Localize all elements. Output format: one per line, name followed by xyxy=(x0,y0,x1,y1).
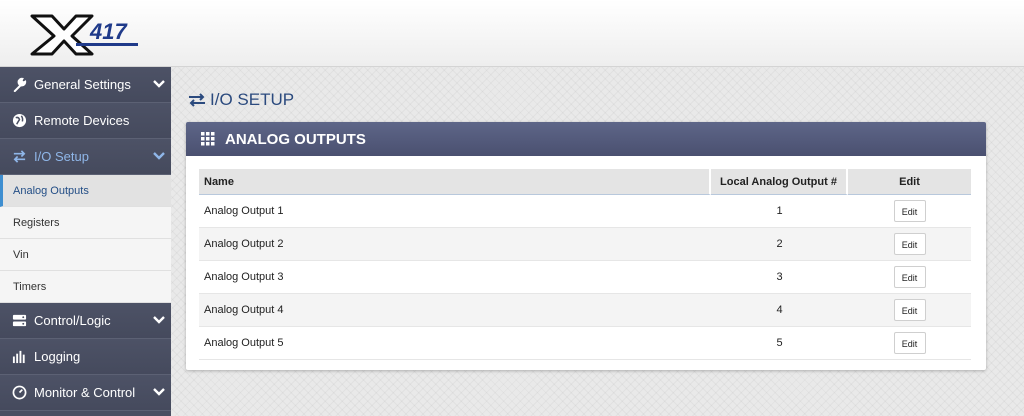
page-title-text: I/O SETUP xyxy=(210,90,295,109)
column-header-local-analog-output[interactable]: Local Analog Output # xyxy=(711,169,848,195)
sidebar-item-monitor-control[interactable]: Monitor & Control xyxy=(0,375,171,411)
sidebar-subitem-registers[interactable]: Registers xyxy=(0,207,171,239)
sidebar-subitem-label: Vin xyxy=(13,248,29,261)
sidebar-subitem-vin[interactable]: Vin xyxy=(0,239,171,271)
sidebar-item-label: Remote Devices xyxy=(34,113,130,128)
bars-icon xyxy=(11,349,27,365)
edit-button[interactable]: Edit xyxy=(893,332,926,354)
chevron-down-icon xyxy=(153,316,165,324)
gauge-icon xyxy=(11,385,27,401)
svg-text:417: 417 xyxy=(89,19,128,44)
table-row: Analog Output 5 5 Edit xyxy=(199,327,971,360)
panel-title: ANALOG OUTPUTS xyxy=(225,130,366,148)
cell-edit: Edit xyxy=(848,195,971,228)
table-row: Analog Output 1 1 Edit xyxy=(199,195,971,228)
cell-number: 4 xyxy=(711,294,848,327)
sidebar-item-general-settings[interactable]: General Settings xyxy=(0,67,171,103)
column-header-name[interactable]: Name xyxy=(199,169,711,195)
edit-button[interactable]: Edit xyxy=(893,233,926,255)
wrench-icon xyxy=(11,77,27,93)
sidebar-item-logging[interactable]: Logging xyxy=(0,339,171,375)
cell-edit: Edit xyxy=(848,327,971,360)
grid-icon xyxy=(201,132,215,146)
cell-edit: Edit xyxy=(848,261,971,294)
sidebar-item-control-logic[interactable]: Control/Logic xyxy=(0,303,171,339)
table-row: Analog Output 2 2 Edit xyxy=(199,228,971,261)
globe-icon xyxy=(11,113,27,129)
table-row: Analog Output 3 3 Edit xyxy=(199,261,971,294)
edit-button[interactable]: Edit xyxy=(893,200,926,222)
table-row: Analog Output 4 4 Edit xyxy=(199,294,971,327)
sidebar-item-label: Logging xyxy=(34,349,81,364)
sidebar: General Settings Remote Devices I/O Setu… xyxy=(0,67,171,416)
sidebar-subitem-label: Analog Outputs xyxy=(13,184,89,197)
swap-arrows-icon xyxy=(189,93,205,107)
cell-name: Analog Output 1 xyxy=(199,195,711,228)
table-header-row: Name Local Analog Output # Edit xyxy=(199,169,971,195)
cell-number: 1 xyxy=(711,195,848,228)
analog-outputs-panel: ANALOG OUTPUTS Name Local Analog Output … xyxy=(186,122,986,370)
sidebar-item-label: General Settings xyxy=(34,77,131,92)
edit-button[interactable]: Edit xyxy=(893,266,926,288)
cell-edit: Edit xyxy=(848,228,971,261)
cell-name: Analog Output 5 xyxy=(199,327,711,360)
x417-logo[interactable]: 417 xyxy=(30,10,140,58)
chevron-down-icon xyxy=(153,388,165,396)
cell-number: 5 xyxy=(711,327,848,360)
sidebar-subitem-analog-outputs[interactable]: Analog Outputs xyxy=(0,175,171,207)
analog-outputs-table: Name Local Analog Output # Edit Analog O… xyxy=(199,169,971,360)
cell-name: Analog Output 3 xyxy=(199,261,711,294)
cell-name: Analog Output 2 xyxy=(199,228,711,261)
server-icon xyxy=(11,313,27,329)
sidebar-item-label: Monitor & Control xyxy=(34,385,136,400)
swap-arrows-icon xyxy=(11,149,27,165)
sidebar-item-remote-devices[interactable]: Remote Devices xyxy=(0,103,171,139)
chevron-down-icon xyxy=(153,80,165,88)
cell-edit: Edit xyxy=(848,294,971,327)
sidebar-item-io-setup[interactable]: I/O Setup xyxy=(0,139,171,175)
sidebar-subitem-label: Registers xyxy=(13,216,60,229)
edit-button[interactable]: Edit xyxy=(893,299,926,321)
cell-number: 2 xyxy=(711,228,848,261)
sidebar-subitem-timers[interactable]: Timers xyxy=(0,271,171,303)
sidebar-item-label: Control/Logic xyxy=(34,313,111,328)
page-title: I/O SETUP xyxy=(188,90,294,110)
panel-header: ANALOG OUTPUTS xyxy=(186,122,986,156)
column-header-edit: Edit xyxy=(848,169,971,195)
app-header: 417 xyxy=(0,0,1024,67)
chevron-down-icon xyxy=(153,152,165,160)
cell-name: Analog Output 4 xyxy=(199,294,711,327)
cell-number: 3 xyxy=(711,261,848,294)
sidebar-item-label: I/O Setup xyxy=(34,149,89,164)
sidebar-subitem-label: Timers xyxy=(13,280,47,293)
